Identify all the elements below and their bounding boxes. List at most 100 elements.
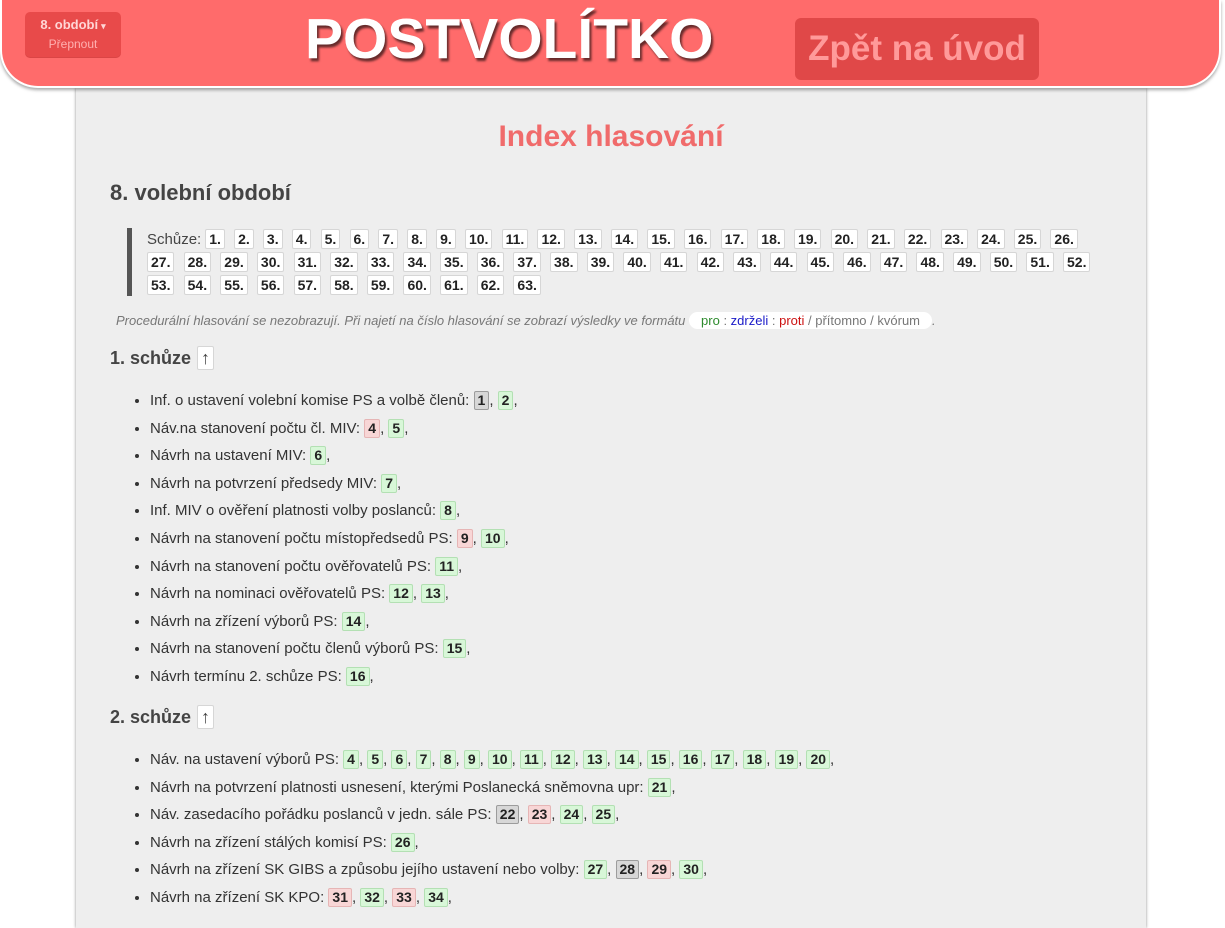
vote-link[interactable]: 22 [495,805,520,825]
session-link[interactable]: 33. [366,252,395,272]
session-link[interactable]: 58. [330,275,358,295]
session-link[interactable]: 44. [769,252,798,272]
session-link[interactable]: 17. [720,229,749,249]
vote-link[interactable]: 6 [310,446,327,466]
session-link[interactable]: 62. [476,275,505,295]
session-link[interactable]: 19. [793,229,822,249]
vote-link[interactable]: 13 [583,750,607,769]
session-link[interactable]: 40. [623,252,651,272]
session-link[interactable]: 13. [574,229,602,249]
site-logo[interactable]: POSTVOLÍTKO [305,6,714,72]
back-to-top-arrow-icon[interactable]: ↑ [197,705,215,729]
session-link[interactable]: 36. [476,252,505,272]
vote-link[interactable]: 9 [463,750,480,769]
session-link[interactable]: 20. [830,229,859,249]
session-link[interactable]: 11. [501,229,529,249]
session-link[interactable]: 24. [977,229,1005,249]
session-link[interactable]: 59. [366,275,395,295]
session-link[interactable]: 55. [220,275,248,295]
session-link[interactable]: 41. [659,252,688,272]
session-link[interactable]: 18. [757,229,785,249]
vote-link[interactable]: 34 [424,887,448,907]
vote-link[interactable]: 14 [341,611,366,631]
session-link[interactable]: 10. [464,229,493,249]
session-link[interactable]: 48. [916,252,944,272]
vote-link[interactable]: 15 [442,639,467,659]
session-link[interactable]: 46. [843,252,871,272]
vote-link[interactable]: 15 [646,750,671,769]
session-link[interactable]: 54. [183,275,212,295]
session-link[interactable]: 63. [513,275,541,295]
session-link[interactable]: 15. [647,229,675,249]
vote-link[interactable]: 12 [389,584,413,604]
term-switch-dropdown[interactable]: 8. období ▾ Přepnout [25,12,121,58]
session-link[interactable]: 29. [220,252,248,272]
vote-link[interactable]: 24 [559,805,584,825]
session-link[interactable]: 27. [147,252,175,272]
session-link[interactable]: 43. [733,252,761,272]
vote-link[interactable]: 2 [497,391,514,410]
vote-link[interactable]: 10 [488,750,512,769]
vote-link[interactable]: 4 [343,750,359,769]
vote-link[interactable]: 7 [381,473,398,493]
vote-link[interactable]: 16 [345,666,370,686]
vote-link[interactable]: 18 [742,750,767,769]
vote-link[interactable]: 27 [583,860,608,880]
vote-link[interactable]: 32 [360,887,384,907]
vote-link[interactable]: 10 [481,528,505,548]
vote-link[interactable]: 17 [710,750,735,769]
session-link[interactable]: 37. [513,252,541,272]
vote-link[interactable]: 25 [591,805,616,825]
session-link[interactable]: 12. [537,229,565,249]
session-link[interactable]: 60. [403,275,431,295]
session-link[interactable]: 39. [586,252,615,272]
vote-link[interactable]: 4 [364,418,381,438]
session-link[interactable]: 34. [403,252,431,272]
vote-link[interactable]: 26 [390,832,415,852]
session-link[interactable]: 5. [320,229,341,249]
vote-link[interactable]: 9 [456,528,473,548]
session-link[interactable]: 31. [293,252,322,272]
vote-link[interactable]: 21 [647,777,672,797]
session-link[interactable]: 45. [806,252,834,272]
session-link[interactable]: 7. [378,229,399,249]
session-link[interactable]: 8. [407,229,427,249]
vote-link[interactable]: 33 [392,887,416,907]
session-link[interactable]: 50. [989,252,1018,272]
session-link[interactable]: 21. [867,229,895,249]
session-link[interactable]: 9. [436,229,456,249]
session-link[interactable]: 53. [147,275,175,295]
vote-link[interactable]: 7 [415,750,432,769]
back-home-button[interactable]: Zpět na úvod [795,18,1039,80]
vote-link[interactable]: 29 [647,860,672,880]
vote-link[interactable]: 5 [367,750,384,769]
session-link[interactable]: 61. [440,275,468,295]
vote-link[interactable]: 19 [774,750,799,769]
session-link[interactable]: 35. [440,252,468,272]
vote-link[interactable]: 13 [421,584,445,604]
session-link[interactable]: 22. [903,229,932,249]
vote-link[interactable]: 16 [678,750,703,769]
session-link[interactable]: 51. [1026,252,1054,272]
vote-link[interactable]: 8 [440,501,456,521]
vote-link[interactable]: 5 [388,418,405,438]
vote-link[interactable]: 14 [614,750,639,769]
session-link[interactable]: 57. [293,275,322,295]
session-link[interactable]: 56. [256,275,285,295]
vote-link[interactable]: 12 [551,750,575,769]
vote-link[interactable]: 11 [435,556,458,576]
session-link[interactable]: 26. [1050,229,1078,249]
session-link[interactable]: 23. [940,229,968,249]
session-link[interactable]: 49. [953,252,981,272]
session-link[interactable]: 14. [610,229,639,249]
session-link[interactable]: 2. [234,229,254,249]
vote-link[interactable]: 20 [806,750,831,769]
session-link[interactable]: 47. [879,252,908,272]
vote-link[interactable]: 28 [615,860,640,880]
session-link[interactable]: 6. [349,229,370,249]
session-link[interactable]: 16. [684,229,712,249]
session-link[interactable]: 28. [183,252,212,272]
session-link[interactable]: 32. [330,252,358,272]
vote-link[interactable]: 30 [679,860,703,880]
session-link[interactable]: 52. [1063,252,1091,272]
